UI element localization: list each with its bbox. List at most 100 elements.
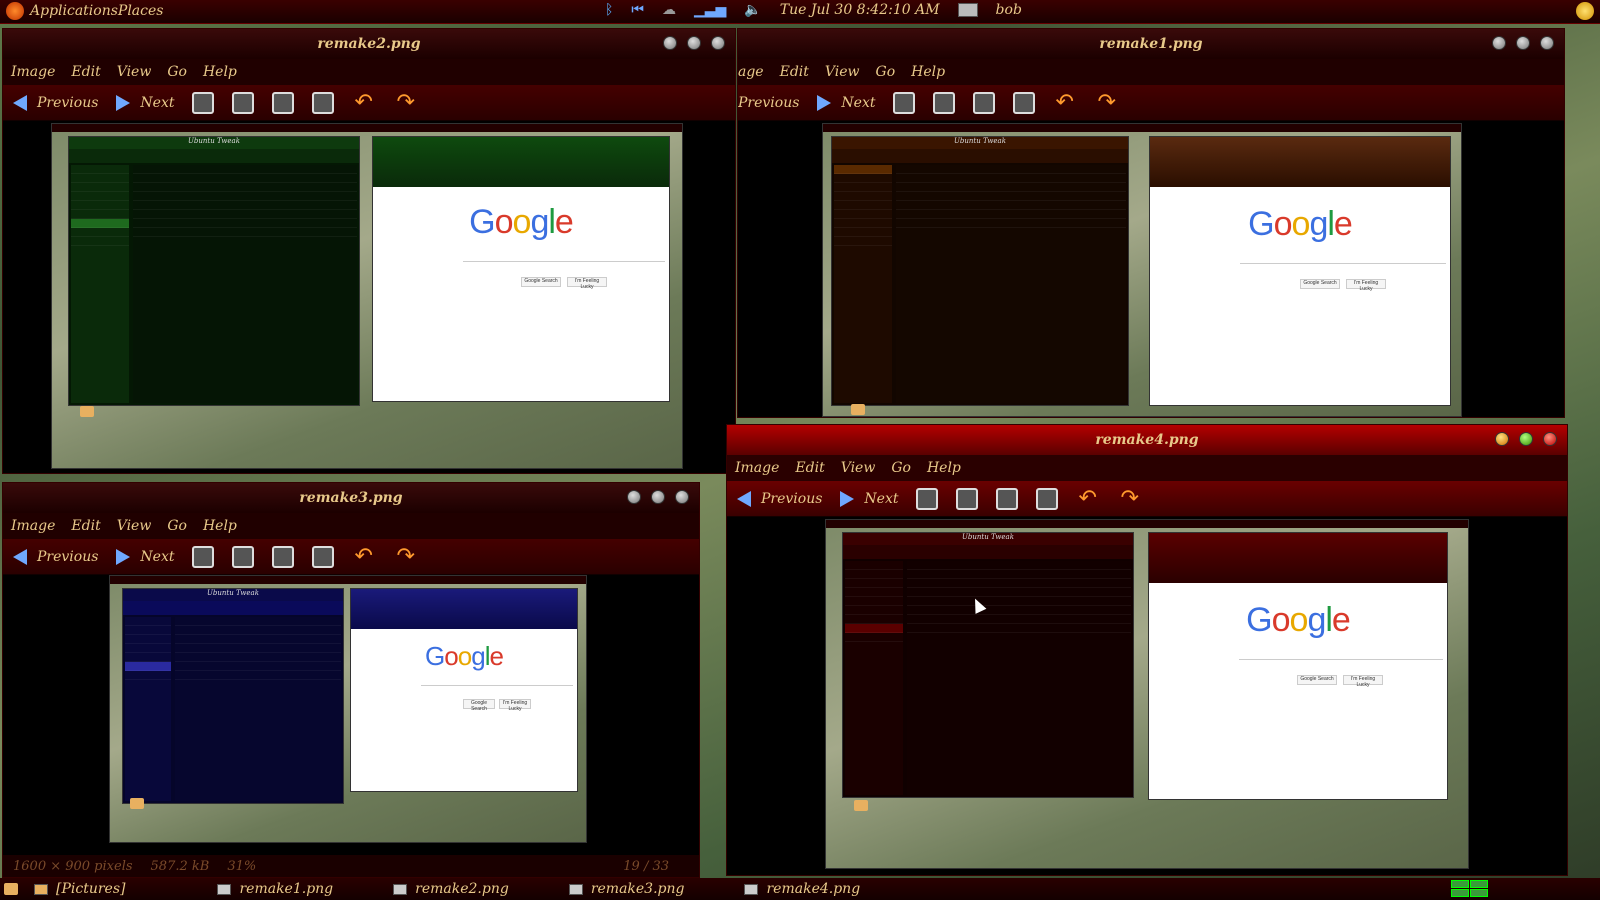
next-arrow-icon[interactable] — [116, 94, 131, 111]
rotate-right-icon[interactable]: ↷ — [1120, 487, 1142, 510]
minimize-button[interactable] — [627, 490, 641, 504]
menu-help[interactable]: Help — [203, 64, 237, 80]
zoom-normal-icon[interactable] — [973, 91, 996, 114]
menu-help[interactable]: Help — [927, 460, 961, 476]
taskbar-item-remake4[interactable]: remake4.png — [744, 881, 860, 897]
next-button[interactable]: Next — [841, 95, 875, 111]
taskbar-item-remake3[interactable]: remake3.png — [568, 881, 684, 897]
ubuntu-logo-icon[interactable] — [6, 2, 24, 20]
workspace-switcher[interactable] — [1451, 880, 1488, 897]
zoom-out-icon[interactable] — [956, 487, 979, 510]
image-viewport[interactable]: Ubuntu Tweak Google Google Search I'm Fe… — [738, 121, 1564, 417]
window-titlebar[interactable]: remake2.png — [3, 29, 735, 59]
zoom-in-icon[interactable] — [916, 487, 939, 510]
image-viewport[interactable]: Ubuntu Tweak Google Google Search I'm Fe… — [727, 517, 1567, 875]
maximize-button[interactable] — [1516, 36, 1530, 50]
window-titlebar[interactable]: remake1.png — [738, 29, 1564, 59]
workspace-3[interactable] — [1451, 889, 1469, 897]
next-arrow-icon[interactable] — [817, 94, 832, 111]
workspace-4[interactable] — [1470, 889, 1488, 897]
close-button[interactable] — [1543, 432, 1557, 446]
menu-image[interactable]: Image — [11, 64, 55, 80]
weather-icon[interactable] — [1576, 2, 1594, 20]
menu-help[interactable]: Help — [911, 64, 945, 80]
zoom-normal-icon[interactable] — [272, 545, 295, 568]
zoom-out-icon[interactable] — [232, 545, 255, 568]
rotate-left-icon[interactable]: ↶ — [1078, 487, 1100, 510]
previous-button[interactable]: Previous — [37, 549, 98, 565]
menu-view[interactable]: View — [841, 460, 876, 476]
zoom-in-icon[interactable] — [192, 545, 215, 568]
menu-go[interactable]: Go — [876, 64, 896, 80]
taskbar-item-remake1[interactable]: remake1.png — [217, 881, 333, 897]
menu-go[interactable]: Go — [167, 518, 187, 534]
bluetooth-icon[interactable]: ᛒ — [605, 2, 613, 18]
workspace-1[interactable] — [1451, 880, 1469, 888]
zoom-out-icon[interactable] — [232, 91, 255, 114]
menu-view[interactable]: View — [117, 518, 152, 534]
zoom-fit-icon[interactable] — [1036, 487, 1059, 510]
menu-image[interactable]: Image — [735, 460, 779, 476]
network-signal-icon[interactable]: ▁▃▅ — [694, 2, 726, 18]
menu-edit[interactable]: Edit — [71, 518, 100, 534]
show-desktop-icon[interactable] — [4, 883, 18, 895]
window-titlebar[interactable]: remake3.png — [3, 483, 699, 513]
previous-arrow-icon[interactable] — [737, 490, 751, 507]
zoom-fit-icon[interactable] — [312, 91, 335, 114]
maximize-button[interactable] — [687, 36, 701, 50]
clock[interactable]: Tue Jul 30 8:42:10 AM — [780, 2, 940, 18]
cloud-icon[interactable]: ☁ — [662, 2, 676, 18]
previous-button[interactable]: Previous — [738, 95, 799, 111]
next-button[interactable]: Next — [140, 549, 174, 565]
menu-view[interactable]: View — [117, 64, 152, 80]
rotate-right-icon[interactable]: ↷ — [396, 545, 418, 568]
rotate-right-icon[interactable]: ↷ — [396, 91, 418, 114]
zoom-out-icon[interactable] — [933, 91, 956, 114]
display-icon[interactable] — [957, 3, 978, 17]
taskbar-item-pictures[interactable]: [Pictures] — [34, 881, 125, 897]
zoom-normal-icon[interactable] — [272, 91, 295, 114]
menu-edit[interactable]: Edit — [780, 64, 809, 80]
taskbar-item-remake2[interactable]: remake2.png — [393, 881, 509, 897]
next-arrow-icon[interactable] — [116, 548, 131, 565]
workspace-2[interactable] — [1470, 880, 1488, 888]
applications-places-menu[interactable]: ApplicationsPlaces — [30, 3, 163, 19]
previous-arrow-icon[interactable] — [13, 548, 27, 565]
close-button[interactable] — [675, 490, 689, 504]
image-viewport[interactable]: Ubuntu Tweak Google Google Search I'm Fe… — [3, 121, 735, 473]
next-button[interactable]: Next — [864, 491, 898, 507]
zoom-in-icon[interactable] — [192, 91, 215, 114]
rotate-left-icon[interactable]: ↶ — [354, 545, 376, 568]
previous-button[interactable]: Previous — [37, 95, 98, 111]
maximize-button[interactable] — [651, 490, 665, 504]
rotate-left-icon[interactable]: ↶ — [354, 91, 376, 114]
menu-edit[interactable]: Edit — [71, 64, 100, 80]
media-previous-icon[interactable]: ⏮ — [631, 2, 644, 18]
minimize-button[interactable] — [1492, 36, 1506, 50]
menu-go[interactable]: Go — [167, 64, 187, 80]
close-button[interactable] — [1540, 36, 1554, 50]
rotate-right-icon[interactable]: ↷ — [1097, 91, 1119, 114]
window-titlebar[interactable]: remake4.png — [727, 425, 1567, 455]
menu-image[interactable]: age — [738, 64, 764, 80]
next-button[interactable]: Next — [140, 95, 174, 111]
zoom-in-icon[interactable] — [893, 91, 916, 114]
menu-edit[interactable]: Edit — [795, 460, 824, 476]
next-arrow-icon[interactable] — [840, 490, 855, 507]
previous-button[interactable]: Previous — [761, 491, 822, 507]
menu-go[interactable]: Go — [891, 460, 911, 476]
menu-help[interactable]: Help — [203, 518, 237, 534]
minimize-button[interactable] — [1495, 432, 1509, 446]
zoom-normal-icon[interactable] — [996, 487, 1019, 510]
close-button[interactable] — [711, 36, 725, 50]
maximize-button[interactable] — [1519, 432, 1533, 446]
zoom-fit-icon[interactable] — [312, 545, 335, 568]
user-name[interactable]: bob — [996, 2, 1022, 18]
previous-arrow-icon[interactable] — [13, 94, 27, 111]
menu-view[interactable]: View — [825, 64, 860, 80]
zoom-fit-icon[interactable] — [1013, 91, 1036, 114]
image-viewport[interactable]: Ubuntu Tweak Google Google Search I'm Fe… — [3, 575, 699, 855]
menu-image[interactable]: Image — [11, 518, 55, 534]
minimize-button[interactable] — [663, 36, 677, 50]
rotate-left-icon[interactable]: ↶ — [1055, 91, 1077, 114]
